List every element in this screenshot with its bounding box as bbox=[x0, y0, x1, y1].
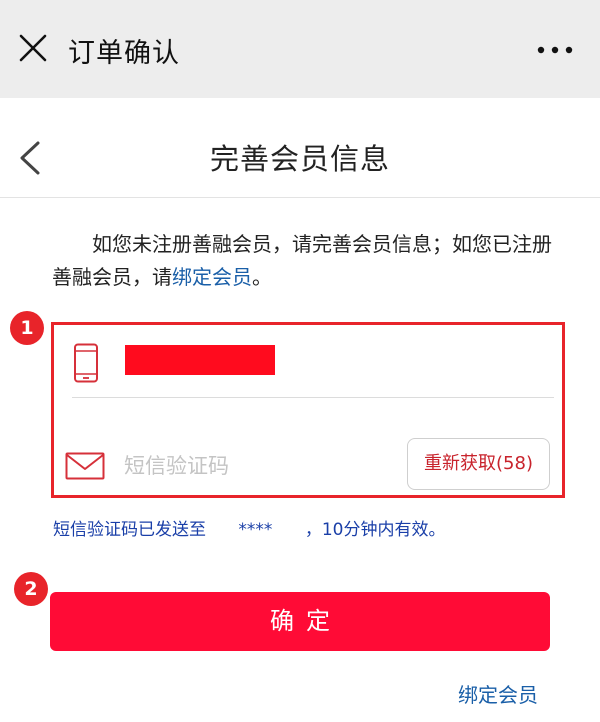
mail-icon bbox=[65, 452, 105, 480]
sms-code-row: 重新获取(58) bbox=[54, 398, 562, 495]
page-title: 完善会员信息 bbox=[209, 142, 390, 176]
close-icon[interactable] bbox=[18, 33, 48, 63]
window-title: 订单确认 bbox=[68, 38, 180, 69]
bind-member-link[interactable]: 绑定会员 bbox=[458, 679, 538, 708]
step-marker-2: 2 bbox=[14, 572, 48, 606]
top-bar: 订单确认 bbox=[0, 0, 600, 98]
page-header: 完善会员信息 bbox=[0, 98, 600, 198]
verification-form: 重新获取(58) bbox=[51, 322, 565, 498]
sms-sent-note: 短信验证码已发送至 **** ，10分钟内有效。 bbox=[53, 520, 446, 540]
phone-field[interactable] bbox=[54, 325, 562, 397]
step-marker-1: 1 bbox=[10, 311, 44, 345]
intro-suffix: 。 bbox=[252, 265, 272, 289]
sms-code-input[interactable] bbox=[124, 448, 374, 484]
bind-member-link-inline[interactable]: 绑定会员 bbox=[172, 265, 252, 289]
phone-number-redacted bbox=[125, 345, 275, 375]
phone-icon bbox=[74, 343, 98, 383]
resend-code-button[interactable]: 重新获取(58) bbox=[407, 438, 550, 490]
confirm-button[interactable]: 确定 bbox=[50, 592, 550, 651]
intro-body: 如您未注册善融会员，请完善会员信息；如您已注册善融会员，请 bbox=[52, 232, 552, 289]
intro-text: 如您未注册善融会员，请完善会员信息；如您已注册善融会员，请绑定会员。 bbox=[52, 228, 557, 294]
more-icon[interactable] bbox=[535, 44, 575, 56]
